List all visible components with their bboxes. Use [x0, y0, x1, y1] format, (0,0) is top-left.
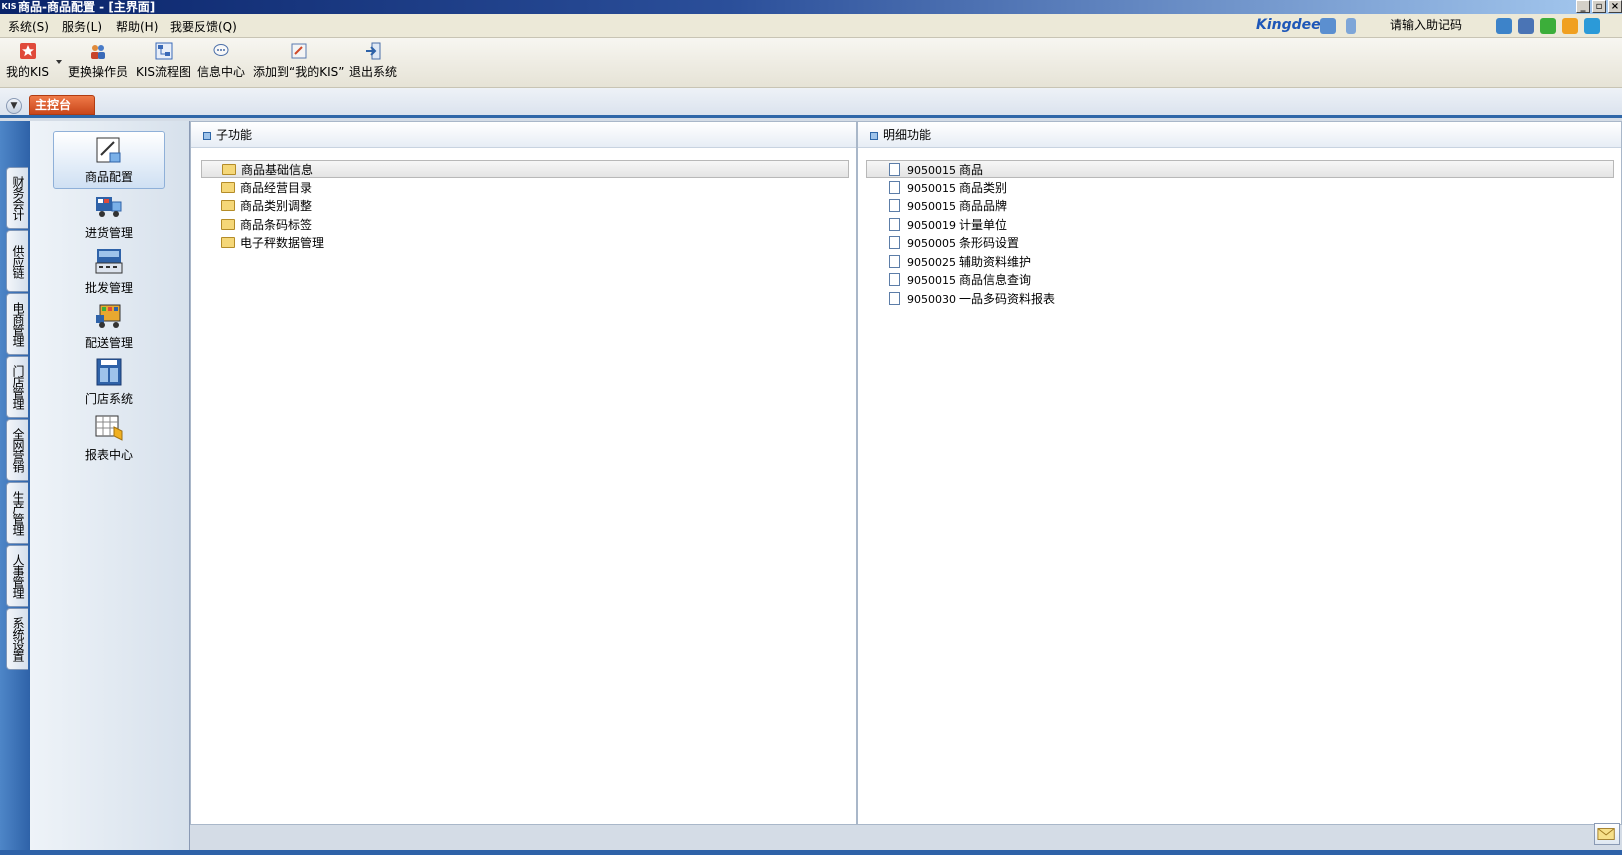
exit-icon [366, 42, 381, 60]
side-tab-ecommerce[interactable]: 电商管理 [6, 293, 28, 355]
list-item[interactable]: 9050015 商品 [866, 160, 1614, 178]
list-item[interactable]: 9050019 计量单位 [889, 216, 1007, 234]
document-icon [889, 273, 900, 286]
module-wholesale[interactable]: 批发管理 [53, 243, 165, 301]
tab-bar: ▼ 主控台 [0, 88, 1622, 118]
side-tab-marketing[interactable]: 全网营销 [6, 419, 28, 481]
folder-icon [221, 182, 235, 193]
status-strip [0, 850, 1622, 855]
menu-feedback[interactable]: 我要反馈(Q) [170, 18, 237, 35]
tree-item-product-basic-info[interactable]: 商品基础信息 [201, 160, 849, 178]
module-purchase[interactable]: 进货管理 [53, 188, 165, 246]
document-icon [889, 199, 900, 212]
list-item[interactable]: 9050015 商品品牌 [889, 197, 1007, 215]
star-icon [19, 43, 36, 59]
report-icon [95, 415, 123, 441]
my-kis-button[interactable]: 我的KIS [6, 42, 49, 80]
list-item[interactable]: 9050030 一品多码资料报表 [889, 290, 1055, 308]
bullet-icon [870, 131, 878, 140]
window-title: 商品-商品配置 - [主界面] [18, 0, 156, 14]
add-to-my-kis-button[interactable]: 添加到“我的KIS” [253, 42, 344, 80]
exit-system-button[interactable]: 退出系统 [349, 42, 397, 80]
go-arrow-icon[interactable] [1496, 18, 1512, 34]
delivery-icon [96, 304, 121, 328]
tree-item-category-adjust[interactable]: 商品类别调整 [221, 197, 312, 215]
info-center-button[interactable]: 信息中心 [197, 42, 245, 80]
document-icon [889, 236, 900, 249]
module-distribution[interactable]: 配送管理 [53, 298, 165, 356]
module-store-system[interactable]: 门店系统 [53, 354, 165, 412]
side-tab-finance[interactable]: 财务会计 [6, 167, 28, 229]
list-item[interactable]: 9050015 商品类别 [889, 179, 1007, 197]
detail-pane: 明细功能 9050015 商品 9050015 商品类别 9050015 商品品牌 9… [857, 121, 1622, 825]
folder-open-icon [222, 164, 236, 175]
cash-register-icon [95, 249, 123, 274]
folder-icon [221, 219, 235, 230]
menu-help[interactable]: 帮助(H) [116, 18, 158, 35]
tree-item-scale-data[interactable]: 电子秤数据管理 [221, 234, 324, 252]
title-bar: KIS 商品-商品配置 - [主界面] _ ▫ × [0, 0, 1622, 14]
menu-bar: 系统(S) 服务(L) 帮助(H) 我要反馈(Q) Kingdee 请输入助记码 [0, 14, 1622, 38]
bullet-icon [203, 131, 211, 140]
document-icon [889, 163, 900, 176]
close-button[interactable]: × [1608, 0, 1622, 13]
change-operator-button[interactable]: 更换操作员 [68, 42, 128, 80]
chat-icon[interactable] [1518, 18, 1534, 34]
document-icon [889, 218, 900, 231]
add-favorite-icon [291, 43, 307, 59]
mobile-icon[interactable] [1346, 18, 1356, 34]
tree-item-product-catalog[interactable]: 商品经营目录 [221, 179, 312, 197]
tree-item-barcode-label[interactable]: 商品条码标签 [221, 216, 312, 234]
side-tab-hr[interactable]: 人事管理 [6, 545, 28, 607]
flowchart-icon [155, 42, 173, 60]
my-kis-dropdown-caret[interactable] [56, 60, 62, 64]
wechat-icon[interactable] [1540, 18, 1556, 34]
list-item[interactable]: 9050015 商品信息查询 [889, 271, 1031, 289]
shop-icon [96, 358, 122, 386]
module-report-center[interactable]: 报表中心 [53, 410, 165, 468]
side-tab-supply-chain[interactable]: 供应链 [6, 230, 28, 292]
module-panel: 商品配置 进货管理 批发管理 配送管理 门店系统 报表中心 [30, 121, 190, 850]
help-code-label: 请输入助记码 [1390, 18, 1463, 32]
menu-system[interactable]: 系统(S) [8, 18, 49, 35]
phone-icon[interactable] [1320, 18, 1336, 34]
detail-header: 明细功能 [858, 122, 1621, 148]
chevron-down-icon[interactable]: ▼ [6, 98, 22, 114]
mail-icon[interactable] [1594, 823, 1620, 845]
users-icon [91, 45, 105, 59]
minimize-button[interactable]: _ [1576, 0, 1590, 13]
menu-service[interactable]: 服务(L) [62, 18, 102, 35]
tab-main-console[interactable]: 主控台 [29, 95, 95, 115]
restore-button[interactable]: ▫ [1592, 0, 1606, 13]
subfunction-pane: 子功能 商品基础信息 商品经营目录 商品类别调整 商品条码标签 电子秤数据管理 [190, 121, 857, 825]
kingdee-logo: Kingdee [1256, 17, 1321, 33]
product-config-icon [96, 137, 121, 163]
service-icon[interactable] [1584, 18, 1600, 34]
subfunction-header: 子功能 [191, 122, 856, 148]
document-icon [889, 292, 900, 305]
side-tab-production[interactable]: 生产管理 [6, 482, 28, 544]
list-item[interactable]: 9050005 条形码设置 [889, 234, 1019, 252]
document-icon [889, 255, 900, 268]
app-icon: KIS [1, 2, 17, 11]
list-item[interactable]: 9050025 辅助资料维护 [889, 253, 1031, 271]
folder-icon [221, 237, 235, 248]
toolbar: 我的KIS 更换操作员 KIS流程图 信息中心 添加到“我的KIS” 退出系统 [0, 38, 1622, 88]
message-icon [213, 44, 229, 56]
side-tab-settings[interactable]: 系统设置 [6, 608, 28, 670]
kis-flowchart-button[interactable]: KIS流程图 [136, 42, 191, 80]
side-tab-store[interactable]: 门店管理 [6, 356, 28, 418]
document-icon [889, 181, 900, 194]
folder-icon [221, 200, 235, 211]
truck-icon [96, 197, 122, 217]
browser-icon[interactable] [1562, 18, 1578, 34]
module-product-config[interactable]: 商品配置 [53, 131, 165, 189]
side-nav: 财务会计 供应链 电商管理 门店管理 全网营销 生产管理 人事管理 系统设置 [0, 121, 30, 850]
